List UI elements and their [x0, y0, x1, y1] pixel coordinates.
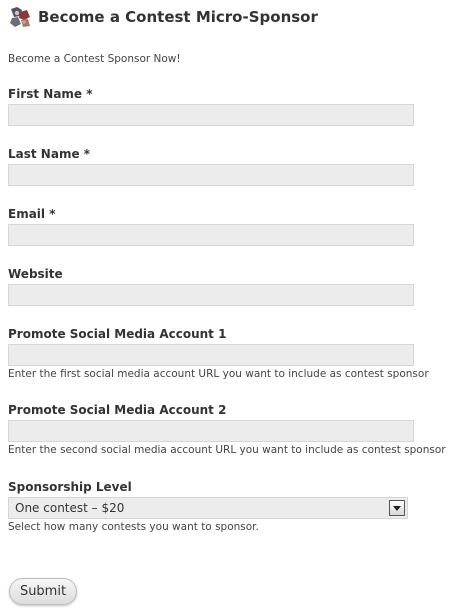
- sponsor-avatar-icon: [8, 6, 32, 28]
- social-account-2-field[interactable]: [8, 420, 414, 442]
- social-account-1-hint: Enter the first social media account URL…: [8, 368, 429, 380]
- sponsorship-level-select[interactable]: One contest – $20: [8, 497, 408, 519]
- form-header: Become a Contest Micro-Sponsor: [8, 5, 318, 29]
- page-title: Become a Contest Micro-Sponsor: [38, 8, 318, 26]
- sponsorship-level-hint: Select how many contests you want to spo…: [8, 521, 259, 533]
- email-field[interactable]: [8, 224, 414, 246]
- first-name-label: First Name *: [8, 87, 93, 101]
- social-account-1-label: Promote Social Media Account 1: [8, 327, 227, 341]
- dropdown-arrow-icon[interactable]: [389, 500, 405, 516]
- first-name-field[interactable]: [8, 104, 414, 126]
- website-label: Website: [8, 267, 63, 281]
- last-name-label: Last Name *: [8, 147, 91, 161]
- sponsorship-level-value: One contest – $20: [15, 501, 125, 515]
- email-label: Email *: [8, 207, 56, 221]
- social-account-2-label: Promote Social Media Account 2: [8, 403, 227, 417]
- submit-button[interactable]: Submit: [9, 578, 77, 605]
- sponsorship-level-label: Sponsorship Level: [8, 480, 132, 494]
- website-field[interactable]: [8, 284, 414, 306]
- social-account-1-field[interactable]: [8, 344, 414, 366]
- intro-text: Become a Contest Sponsor Now!: [8, 53, 181, 65]
- last-name-field[interactable]: [8, 164, 414, 186]
- social-account-2-hint: Enter the second social media account UR…: [8, 444, 446, 456]
